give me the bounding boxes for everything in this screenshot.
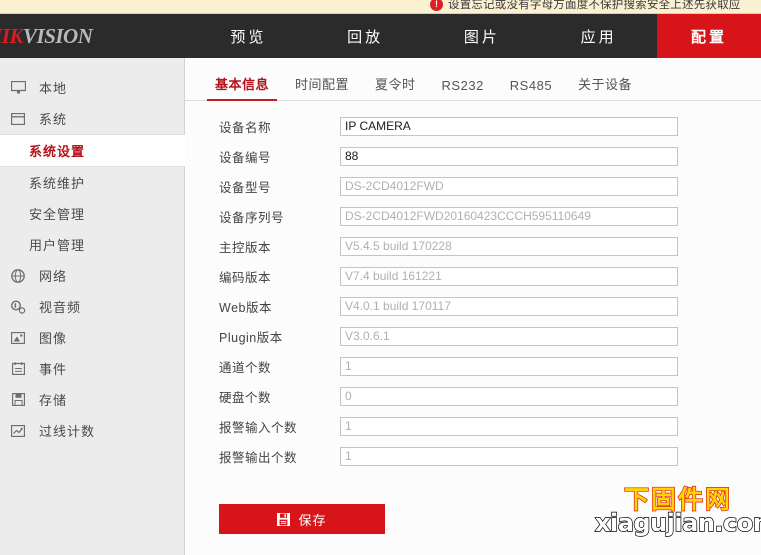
window-icon bbox=[7, 110, 29, 128]
sidebar-label-line-crossing-count: 过线计数 bbox=[39, 424, 96, 439]
device-name-input[interactable] bbox=[340, 116, 678, 136]
logo-hik-text: HIK bbox=[0, 23, 24, 48]
form-row-hdd-count: 硬盘个数 bbox=[185, 381, 761, 411]
tab-rs232[interactable]: RS232 bbox=[429, 78, 497, 100]
form-row-encoding-version: 编码版本 bbox=[185, 261, 761, 291]
nav-application[interactable]: 应用 bbox=[540, 14, 657, 58]
sidebar-label-image: 图像 bbox=[39, 331, 68, 346]
chart-icon bbox=[7, 422, 29, 440]
sidebar-item-image[interactable]: 图像 bbox=[0, 322, 184, 353]
main-control-version-input bbox=[340, 236, 678, 256]
save-button-area: 保存 bbox=[185, 471, 761, 534]
sidebar-item-video-audio[interactable]: 视音频 bbox=[0, 291, 184, 322]
form-row-alarm-input-count: 报警输入个数 bbox=[185, 411, 761, 441]
sidebar-item-system-settings[interactable]: 系统设置 bbox=[0, 134, 185, 167]
label-device-number: 设备编号 bbox=[219, 150, 272, 165]
basic-info-form: 设备名称 设备编号 设备型号 设备序列号 主控版本 编码版本 bbox=[185, 101, 761, 534]
logo-vision-text: VISION bbox=[23, 23, 93, 48]
sidebar-label-network: 网络 bbox=[39, 269, 68, 284]
label-alarm-output-count: 报警输出个数 bbox=[219, 450, 298, 465]
hdd-count-input bbox=[340, 386, 678, 406]
web-version-input bbox=[340, 296, 678, 316]
label-web-version: Web版本 bbox=[219, 300, 272, 315]
form-row-web-version: Web版本 bbox=[185, 291, 761, 321]
nav-configuration[interactable]: 配置 bbox=[657, 14, 761, 58]
alarm-output-count-input bbox=[340, 446, 678, 466]
alert-badge-icon: ! bbox=[430, 0, 443, 11]
device-serial-number-input bbox=[340, 206, 678, 226]
promo-banner: ! 设置忘记或没有字母方面度不保护搜索安全上述先获取应 bbox=[0, 0, 761, 14]
form-row-alarm-output-count: 报警输出个数 bbox=[185, 441, 761, 471]
sidebar-item-event[interactable]: 事件 bbox=[0, 353, 184, 384]
save-button[interactable]: 保存 bbox=[219, 504, 385, 534]
tab-basic-info[interactable]: 基本信息 bbox=[202, 74, 282, 101]
plugin-version-input bbox=[340, 326, 678, 346]
alarm-input-count-input bbox=[340, 416, 678, 436]
sidebar-label-video-audio: 视音频 bbox=[39, 300, 82, 315]
globe-icon bbox=[7, 267, 29, 285]
form-row-plugin-version: Plugin版本 bbox=[185, 321, 761, 351]
sidebar-item-user-management[interactable]: 用户管理 bbox=[0, 229, 184, 260]
tab-time-settings[interactable]: 时间配置 bbox=[282, 74, 362, 100]
label-encoding-version: 编码版本 bbox=[219, 270, 272, 285]
image-icon bbox=[7, 329, 29, 347]
form-row-device-number: 设备编号 bbox=[185, 141, 761, 171]
sidebar-label-storage: 存储 bbox=[39, 393, 68, 408]
label-alarm-input-count: 报警输入个数 bbox=[219, 420, 298, 435]
sidebar-label-system: 系统 bbox=[39, 112, 68, 127]
form-row-channel-count: 通道个数 bbox=[185, 351, 761, 381]
form-row-device-model: 设备型号 bbox=[185, 171, 761, 201]
sidebar: 本地 系统 系统设置 系统维护 安全管理 用户管理 网络 视音频 图像 事件 存… bbox=[0, 58, 185, 555]
nav-picture[interactable]: 图片 bbox=[424, 14, 541, 58]
video-icon bbox=[7, 298, 29, 316]
label-channel-count: 通道个数 bbox=[219, 360, 272, 375]
app-header: HIKVISION 预览 回放 图片 应用 配置 bbox=[0, 14, 761, 58]
monitor-icon bbox=[7, 79, 29, 97]
label-device-serial-number: 设备序列号 bbox=[219, 210, 285, 225]
label-device-name: 设备名称 bbox=[219, 120, 272, 135]
form-row-device-name: 设备名称 bbox=[185, 111, 761, 141]
sidebar-item-system-maintenance[interactable]: 系统维护 bbox=[0, 167, 184, 198]
sidebar-item-storage[interactable]: 存储 bbox=[0, 384, 184, 415]
save-button-label: 保存 bbox=[298, 512, 327, 528]
tab-dst[interactable]: 夏令时 bbox=[362, 74, 429, 100]
main-navigation: 预览 回放 图片 应用 配置 bbox=[190, 14, 761, 58]
promo-banner-text: 设置忘记或没有字母方面度不保护搜索安全上述先获取应 bbox=[448, 0, 741, 11]
sidebar-item-line-crossing-count[interactable]: 过线计数 bbox=[0, 415, 184, 446]
save-floppy-icon bbox=[277, 512, 291, 526]
label-hdd-count: 硬盘个数 bbox=[219, 390, 272, 405]
sidebar-item-system[interactable]: 系统 bbox=[0, 103, 184, 134]
brand-logo: HIKVISION bbox=[0, 14, 190, 58]
nav-playback[interactable]: 回放 bbox=[307, 14, 424, 58]
label-plugin-version: Plugin版本 bbox=[219, 330, 283, 345]
label-main-control-version: 主控版本 bbox=[219, 240, 272, 255]
device-model-input bbox=[340, 176, 678, 196]
event-icon bbox=[7, 360, 29, 378]
tab-rs485[interactable]: RS485 bbox=[497, 78, 565, 100]
device-number-input[interactable] bbox=[340, 146, 678, 166]
storage-icon bbox=[7, 391, 29, 409]
sidebar-item-local[interactable]: 本地 bbox=[0, 72, 184, 103]
sidebar-item-security-management[interactable]: 安全管理 bbox=[0, 198, 184, 229]
form-row-main-control-version: 主控版本 bbox=[185, 231, 761, 261]
label-device-model: 设备型号 bbox=[219, 180, 272, 195]
tab-about-device[interactable]: 关于设备 bbox=[565, 74, 645, 100]
form-row-device-serial-number: 设备序列号 bbox=[185, 201, 761, 231]
tab-bar: 基本信息 时间配置 夏令时 RS232 RS485 关于设备 bbox=[185, 58, 761, 101]
encoding-version-input bbox=[340, 266, 678, 286]
nav-preview[interactable]: 预览 bbox=[190, 14, 307, 58]
sidebar-item-network[interactable]: 网络 bbox=[0, 260, 184, 291]
content-panel: 基本信息 时间配置 夏令时 RS232 RS485 关于设备 设备名称 设备编号… bbox=[185, 58, 761, 555]
sidebar-label-event: 事件 bbox=[39, 362, 68, 377]
sidebar-label-local: 本地 bbox=[39, 81, 68, 96]
channel-count-input bbox=[340, 356, 678, 376]
